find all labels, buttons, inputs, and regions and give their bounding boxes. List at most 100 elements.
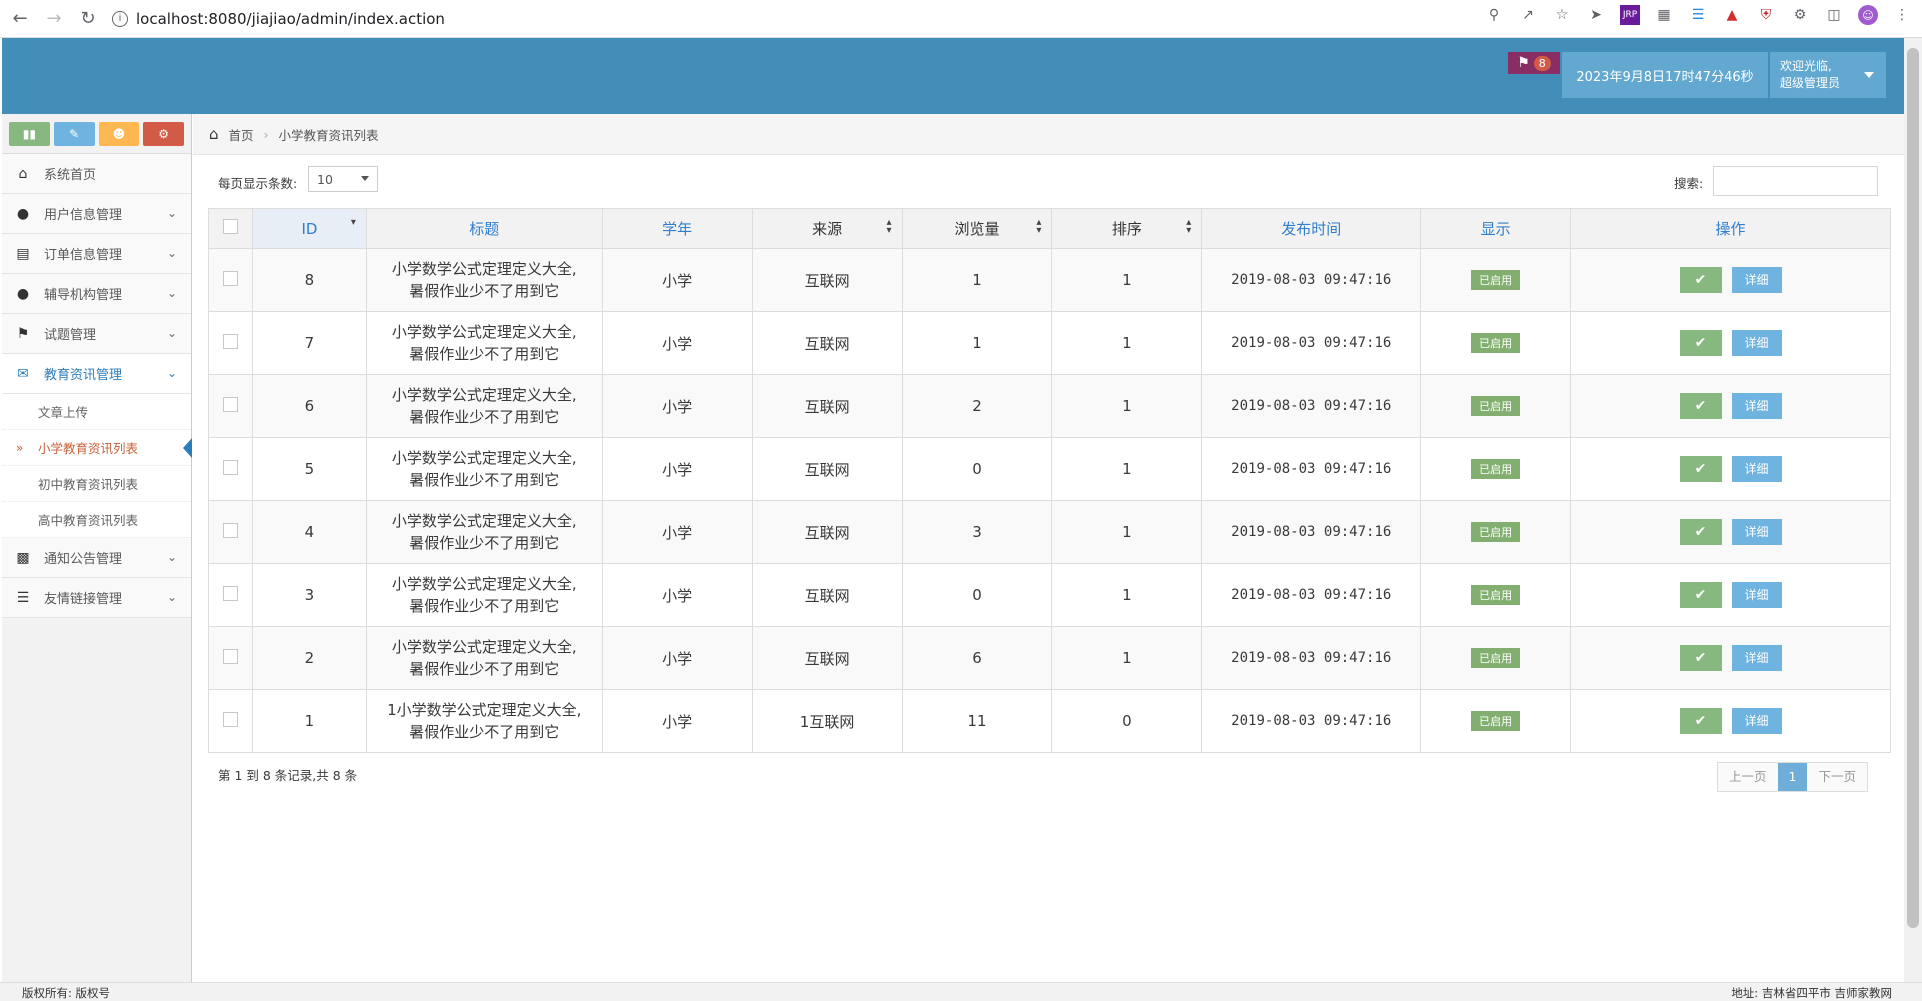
cogs-shortcut-icon[interactable]: ⚙: [143, 122, 184, 146]
pencil-shortcut-icon[interactable]: ✎: [53, 122, 95, 146]
kebab-menu-icon[interactable]: ⋮: [1892, 5, 1912, 25]
cell-id: 1: [251, 689, 367, 753]
reload-icon[interactable]: ↻: [74, 5, 102, 33]
sidebar-item-questions[interactable]: ⚑ 试题管理 ⌄: [2, 314, 191, 354]
info-icon[interactable]: i: [112, 10, 128, 27]
user-menu[interactable]: 欢迎光临, 超级管理员: [1770, 52, 1886, 98]
puzzle-icon[interactable]: ⚙: [1790, 5, 1810, 25]
share-icon[interactable]: ↗: [1518, 5, 1538, 25]
chevron-down-icon: ⌄: [166, 590, 177, 604]
sidebar-item-institutions[interactable]: ● 辅导机构管理 ⌄: [2, 274, 191, 314]
status-badge: 已启用: [1471, 585, 1521, 605]
submenu-item-upload[interactable]: 文章上传: [2, 394, 191, 430]
submenu-item-label: 初中教育资讯列表: [38, 477, 139, 492]
col-header-order[interactable]: 排序 ▴ ▾: [1051, 208, 1203, 249]
row-checkbox[interactable]: [222, 648, 238, 664]
row-select-cell: [208, 311, 253, 375]
check-button[interactable]: ✔: [1679, 456, 1722, 482]
detail-button[interactable]: 详细: [1731, 330, 1782, 356]
sidebar-item-links[interactable]: ☰ 友情链接管理 ⌄: [2, 578, 191, 618]
forward-icon[interactable]: →: [40, 5, 68, 33]
address-bar[interactable]: i localhost:8080/jiajiao/admin/index.act…: [112, 5, 445, 33]
detail-button[interactable]: 详细: [1731, 708, 1782, 734]
back-icon[interactable]: ←: [6, 5, 34, 33]
next-page-button[interactable]: 下一页: [1807, 763, 1867, 791]
sidebar-item-users[interactable]: ● 用户信息管理 ⌄: [2, 194, 191, 234]
submenu-item-high-news[interactable]: 高中教育资讯列表: [2, 502, 191, 538]
check-button[interactable]: ✔: [1679, 708, 1722, 734]
sidebar-item-label: 订单信息管理: [44, 248, 123, 263]
check-button[interactable]: ✔: [1679, 645, 1722, 671]
check-button[interactable]: ✔: [1679, 393, 1722, 419]
extension-warning-icon[interactable]: ▲: [1722, 5, 1742, 25]
row-checkbox[interactable]: [222, 270, 238, 286]
home-icon: ⌂: [18, 165, 28, 182]
col-header-source[interactable]: 来源 ▴ ▾: [751, 208, 903, 249]
cell-title[interactable]: 小学数学公式定理定义大全, 暑假作业少不了用到它: [365, 437, 603, 501]
extension-jrp-icon[interactable]: JRP: [1620, 5, 1640, 25]
breadcrumb-home-link[interactable]: 首页: [229, 125, 254, 144]
detail-button[interactable]: 详细: [1731, 456, 1782, 482]
page-scrollbar[interactable]: [1904, 38, 1922, 982]
extension-layers-icon[interactable]: ☰: [1688, 5, 1708, 25]
cell-views: 1: [901, 311, 1053, 375]
submenu-item-primary-news[interactable]: » 小学教育资讯列表: [2, 430, 192, 466]
bookmark-icon: ⚑: [16, 325, 30, 342]
row-checkbox[interactable]: [222, 711, 238, 727]
cell-title[interactable]: 小学数学公式定理定义大全, 暑假作业少不了用到它: [365, 563, 603, 627]
cursor-icon[interactable]: ➤: [1586, 5, 1606, 25]
cell-title[interactable]: 小学数学公式定理定义大全, 暑假作业少不了用到它: [365, 500, 603, 564]
submenu-item-middle-news[interactable]: 初中教育资讯列表: [2, 466, 191, 502]
cell-title[interactable]: 小学数学公式定理定义大全, 暑假作业少不了用到它: [365, 311, 603, 375]
key-icon[interactable]: ⚲: [1484, 5, 1504, 25]
row-checkbox[interactable]: [222, 522, 238, 538]
sidebar-item-notices[interactable]: ▩ 通知公告管理 ⌄: [2, 538, 191, 578]
signal-shortcut-icon[interactable]: ▮▮: [9, 122, 50, 146]
col-header-year: 学年: [601, 208, 753, 249]
notification-button[interactable]: ⚑ 8: [1508, 52, 1560, 74]
prev-page-button[interactable]: 上一页: [1718, 763, 1778, 791]
search-input[interactable]: [1713, 166, 1878, 196]
cell-title[interactable]: 1小学数学公式定理定义大全, 暑假作业少不了用到它: [365, 689, 603, 753]
row-checkbox[interactable]: [222, 585, 238, 601]
sidebar: ▮▮ ✎ ☻ ⚙ ⌂ 系统首页 ● 用户信息管理 ⌄ ▤ 订单信息管理 ⌄ ● …: [2, 114, 192, 982]
row-checkbox[interactable]: [222, 459, 238, 475]
check-button[interactable]: ✔: [1679, 582, 1722, 608]
cell-title[interactable]: 小学数学公式定理定义大全, 暑假作业少不了用到它: [365, 374, 603, 438]
check-button[interactable]: ✔: [1679, 519, 1722, 545]
cell-id: 3: [251, 563, 367, 627]
row-select-cell: [208, 437, 253, 501]
sidepanel-icon[interactable]: ◫: [1824, 5, 1844, 25]
sidebar-item-orders[interactable]: ▤ 订单信息管理 ⌄: [2, 234, 191, 274]
col-header-views[interactable]: 浏览量 ▴ ▾: [901, 208, 1053, 249]
detail-button[interactable]: 详细: [1731, 267, 1782, 293]
row-checkbox[interactable]: [222, 333, 238, 349]
profile-avatar-icon[interactable]: ☺: [1858, 5, 1878, 25]
chevron-down-icon: ⌄: [166, 366, 177, 380]
row-checkbox[interactable]: [222, 396, 238, 412]
users-shortcut-icon[interactable]: ☻: [98, 122, 140, 146]
cell-title[interactable]: 小学数学公式定理定义大全, 暑假作业少不了用到它: [365, 248, 603, 312]
page-button-current[interactable]: 1: [1777, 763, 1808, 791]
detail-button[interactable]: 详细: [1731, 645, 1782, 671]
extension-shield-icon[interactable]: ⛨: [1756, 5, 1776, 25]
submenu-item-label: 高中教育资讯列表: [38, 513, 139, 528]
news-table: ID ▾ 标题 学年 来源 ▴ ▾ 浏览量 ▴ ▾ 排序 ▴ ▾ 发布时间 显示 操作 8 小学…: [208, 208, 1891, 753]
extension-grid-icon[interactable]: ▦: [1654, 5, 1674, 25]
pagesize-select[interactable]: 10: [308, 166, 378, 192]
check-button[interactable]: ✔: [1679, 267, 1722, 293]
scrollbar-thumb[interactable]: [1907, 48, 1919, 928]
col-header-id[interactable]: ID ▾: [251, 208, 367, 249]
cell-title[interactable]: 小学数学公式定理定义大全, 暑假作业少不了用到它: [365, 626, 603, 690]
sidebar-item-education-news[interactable]: ✉ 教育资讯管理 ⌄: [2, 354, 191, 394]
cell-action: ✔ 详细: [1570, 563, 1891, 627]
detail-button[interactable]: 详细: [1731, 393, 1782, 419]
cell-action: ✔ 详细: [1570, 500, 1891, 564]
check-button[interactable]: ✔: [1679, 330, 1722, 356]
detail-button[interactable]: 详细: [1731, 519, 1782, 545]
star-icon[interactable]: ☆: [1552, 5, 1572, 25]
select-all-checkbox[interactable]: [222, 219, 238, 234]
sidebar-item-home[interactable]: ⌂ 系统首页: [2, 154, 191, 194]
detail-button[interactable]: 详细: [1731, 582, 1782, 608]
title-line-2: 暑假作业少不了用到它: [409, 471, 560, 489]
